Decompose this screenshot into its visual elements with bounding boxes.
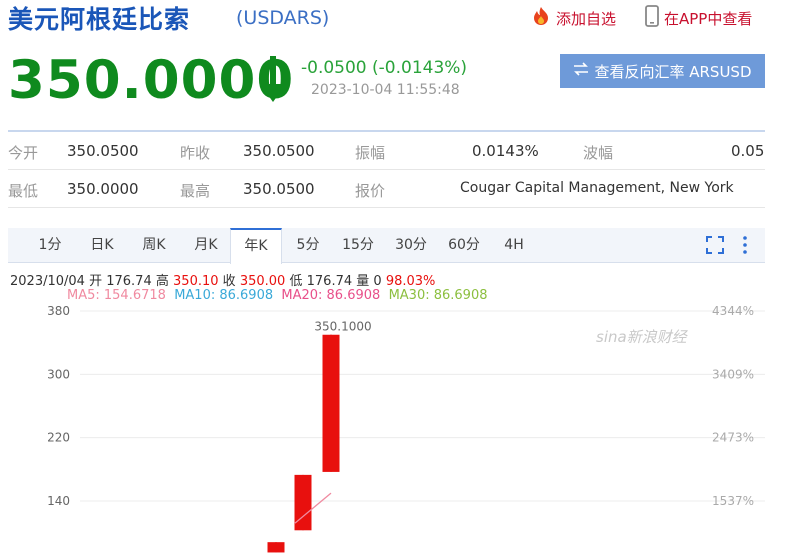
stat-label: 最低 <box>8 182 39 200</box>
current-price: 350.0000 <box>8 50 295 111</box>
arrow-down-icon <box>258 54 288 108</box>
stat-label: 振幅 <box>355 144 386 162</box>
ohlc-low-label: 低 <box>289 274 303 289</box>
phone-icon <box>644 5 660 31</box>
stats-row-1: 今开 350.0500 昨收 350.0500 振幅 0.0143% 波幅 0.… <box>8 132 765 170</box>
add-watchlist-label: 添加自选 <box>556 9 617 28</box>
stats-row-2: 最低 350.0000 最高 350.0500 报价 Cougar Capita… <box>8 170 765 208</box>
pct-tick-label: 4344% <box>712 304 754 318</box>
stat-value: 350.0500 <box>243 180 315 198</box>
stat-value: 350.0500 <box>243 142 315 160</box>
title-row: 美元阿根廷比索 (USDARS) 添加自选 在APP中查看 <box>8 0 778 36</box>
ohlc-close: 350.00 <box>239 274 286 289</box>
stat-value: 350.0000 <box>67 180 139 198</box>
tab-1min[interactable]: 1分 <box>30 228 70 263</box>
price-change: -0.0500 (-0.0143%) <box>301 58 468 78</box>
ohlc-vol: 0 <box>373 274 382 289</box>
stat-value: Cougar Capital Management, New York <box>460 180 734 196</box>
stat-label: 今开 <box>8 144 39 162</box>
y-tick-label: 140 <box>47 494 70 508</box>
ohlc-close-label: 收 <box>222 274 236 289</box>
ohlc-high-label: 高 <box>155 274 169 289</box>
stat-value: 350.0500 <box>67 142 139 160</box>
candle-body <box>267 542 285 553</box>
tab-daily[interactable]: 日K <box>82 228 122 263</box>
symbol-code: (USDARS) <box>236 7 330 29</box>
tab-4h[interactable]: 4H <box>496 228 532 263</box>
ohlc-date: 2023/10/04 <box>10 274 85 289</box>
add-watchlist-button[interactable]: 添加自选 <box>530 5 616 31</box>
ohlc-pct: 98.03% <box>385 274 436 289</box>
stat-label: 波幅 <box>583 144 614 162</box>
ohlc-vol-label: 量 <box>356 274 370 289</box>
stat-label: 昨收 <box>180 144 211 162</box>
y-tick-label: 220 <box>47 431 70 445</box>
period-tabs: 1分 日K 周K 月K 年K 5分 15分 30分 60分 4H <box>8 228 765 264</box>
fullscreen-icon[interactable] <box>705 235 725 259</box>
ohlc-low: 176.74 <box>306 274 353 289</box>
y-tick-label: 380 <box>47 304 70 318</box>
more-icon[interactable] <box>741 235 749 259</box>
quote-stats: 今开 350.0500 昨收 350.0500 振幅 0.0143% 波幅 0.… <box>8 130 765 208</box>
ohlc-open-label: 开 <box>89 274 103 289</box>
tab-15min[interactable]: 15分 <box>336 228 380 263</box>
reverse-rate-label: 查看反向汇率 ARSUSD <box>594 62 752 81</box>
y-tick-label: 300 <box>47 367 70 381</box>
stat-label: 最高 <box>180 182 211 200</box>
max-value-label: 350.1000 <box>314 320 371 334</box>
open-app-label: 在APP中查看 <box>664 9 753 28</box>
ohlc-info: 2023/10/04 开 176.74 高 350.10 收 350.00 低 … <box>10 270 435 289</box>
pct-tick-label: 3409% <box>712 367 754 381</box>
open-app-button[interactable]: 在APP中查看 <box>644 5 752 31</box>
tab-5min[interactable]: 5分 <box>288 228 328 263</box>
stat-label: 报价 <box>355 182 386 200</box>
page-title: 美元阿根廷比索 <box>8 5 191 34</box>
quote-time: 2023-10-04 11:55:48 <box>311 82 460 98</box>
sina-watermark: sina新浪财经 <box>596 328 687 346</box>
flame-icon <box>530 5 552 31</box>
price-row: 350.0000 -0.0500 (-0.0143%) 2023-10-04 1… <box>8 44 768 116</box>
stat-value: 0.05 <box>731 142 765 160</box>
pct-tick-label: 2473% <box>712 431 754 445</box>
ohlc-open: 176.74 <box>106 274 152 289</box>
candle-body <box>322 334 340 472</box>
stat-value: 0.0143% <box>472 142 539 160</box>
tab-30min[interactable]: 30分 <box>389 228 433 263</box>
ohlc-high: 350.10 <box>173 274 219 289</box>
reverse-rate-button[interactable]: 查看反向汇率 ARSUSD <box>560 54 765 88</box>
pct-tick-label: 1537% <box>712 494 754 508</box>
tab-60min[interactable]: 60分 <box>442 228 486 263</box>
tab-monthly[interactable]: 月K <box>186 228 226 263</box>
swap-icon <box>573 62 589 80</box>
tab-weekly[interactable]: 周K <box>134 228 174 263</box>
tab-yearly[interactable]: 年K <box>230 228 282 264</box>
